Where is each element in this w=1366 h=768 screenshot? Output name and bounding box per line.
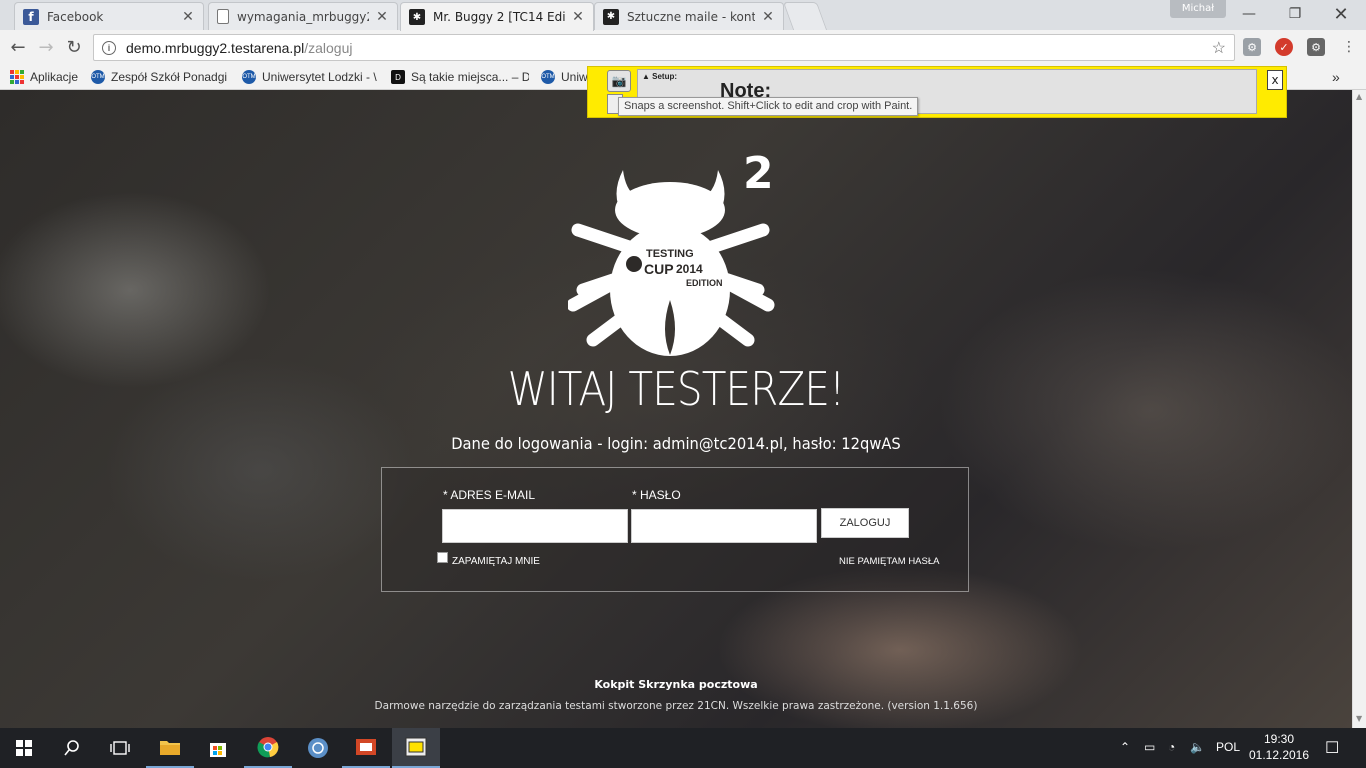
document-icon	[217, 9, 229, 24]
logo-cup-text: CUP	[644, 261, 674, 277]
windows-start-icon[interactable]	[0, 728, 48, 768]
close-tab-icon[interactable]: ✕	[761, 9, 775, 25]
password-label: * HASŁO	[632, 488, 681, 502]
camera-icon[interactable]: 📷	[607, 70, 631, 92]
volume-icon[interactable]: 🔈	[1190, 740, 1205, 754]
minimize-icon[interactable]: —	[1226, 0, 1272, 28]
otm-icon: OTM	[91, 70, 105, 84]
restore-icon[interactable]: ❐	[1272, 0, 1318, 28]
site-info-icon[interactable]: i	[102, 40, 116, 55]
close-tab-icon[interactable]: ✕	[181, 9, 195, 25]
dj-icon: D	[391, 70, 405, 84]
forgot-password-link[interactable]: NIE PAMIĘTAM HASŁA	[839, 556, 939, 567]
bookmark-uniwersytet[interactable]: OTM Uniwersytet Lodzki - \	[242, 68, 382, 86]
mrbuggy-logo: TESTING CUP 2014 EDITION 2	[568, 148, 775, 356]
tab-facebook[interactable]: f Facebook ✕	[14, 2, 204, 30]
login-page: TESTING CUP 2014 EDITION 2 WITAJ TESTERZ…	[0, 90, 1352, 728]
remember-me[interactable]: ZAPAMIĘTAJ MNIE	[437, 552, 540, 567]
back-icon[interactable]: ←	[6, 35, 30, 59]
show-hidden-icons[interactable]: ⌃	[1120, 740, 1130, 754]
close-window-icon[interactable]: ✕	[1318, 0, 1364, 28]
more-bookmarks-icon[interactable]: »	[1332, 68, 1340, 86]
password-field[interactable]	[631, 509, 817, 543]
tab-wymagania[interactable]: wymagania_mrbuggy2.p ✕	[208, 2, 398, 30]
screenshot-tooltip: Snaps a screenshot. Shift+Click to edit …	[618, 97, 919, 116]
extension-icon[interactable]: ✓	[1275, 38, 1293, 56]
address-bar[interactable]: i demo.mrbuggy2.testarena.pl /zaloguj ☆	[93, 34, 1235, 61]
tab-mrbuggy[interactable]: ✱ Mr. Buggy 2 [TC14 Editio ✕	[400, 2, 594, 31]
page-title: WITAJ TESTERZE!	[507, 362, 846, 416]
login-button[interactable]: ZALOGUJ	[821, 508, 909, 538]
url-host: demo.mrbuggy2.testarena.pl	[126, 39, 305, 56]
language-indicator[interactable]: POL	[1216, 740, 1240, 754]
login-form: * ADRES E-MAIL * HASŁO ZALOGUJ ZAPAMIĘTA…	[381, 467, 969, 592]
apps-icon	[10, 70, 24, 84]
remember-label: ZAPAMIĘTAJ MNIE	[452, 556, 540, 567]
bookmark-sa-takie[interactable]: D Są takie miejsca... – D	[391, 68, 529, 86]
task-view-icon[interactable]	[96, 728, 144, 768]
profile-badge[interactable]: Michał	[1170, 0, 1226, 18]
search-icon[interactable]	[48, 728, 96, 768]
bookmark-apps[interactable]: Aplikacje	[10, 68, 78, 86]
credentials-hint: Dane do logowania - login: admin@tc2014.…	[451, 434, 901, 453]
extension-icon[interactable]: ⚙	[1243, 38, 1261, 56]
chrome-icon[interactable]	[244, 728, 292, 768]
bug-icon: ✱	[603, 8, 619, 25]
logo-testing-text: TESTING	[646, 248, 694, 260]
otm-icon: OTM	[242, 70, 256, 84]
reload-icon[interactable]: ↻	[62, 35, 86, 59]
close-tab-icon[interactable]: ✕	[375, 9, 389, 25]
clock-date: 01.12.2016	[1248, 748, 1310, 762]
email-field[interactable]	[442, 509, 628, 543]
tab-title: Mr. Buggy 2 [TC14 Editio	[433, 10, 565, 24]
facebook-icon: f	[23, 8, 39, 25]
close-note-button[interactable]: x	[1267, 70, 1283, 90]
app-icon[interactable]	[294, 728, 342, 768]
bookmark-zespol[interactable]: OTM Zespół Szkół Ponadgi	[91, 68, 231, 86]
notifications-icon[interactable]: ☐	[1325, 738, 1339, 758]
email-label: * ADRES E-MAIL	[443, 488, 536, 502]
setup-label: ▲ Setup:	[642, 72, 678, 81]
otm-icon: OTM	[541, 70, 555, 84]
bookmark-star-icon[interactable]: ☆	[1212, 38, 1226, 58]
tab-title: Sztuczne maile - konta -	[627, 9, 755, 24]
tab-strip: f Facebook ✕ wymagania_mrbuggy2.p ✕ ✱ Mr…	[0, 0, 1366, 31]
footer-links[interactable]: Kokpit Skrzynka pocztowa	[0, 678, 1352, 691]
windows-taskbar: ⌃ ▭ ◔ 🔈 POL 19:30 01.12.2016 ☐	[0, 728, 1366, 768]
remember-checkbox[interactable]	[437, 552, 448, 563]
url-path: /zaloguj	[304, 39, 353, 56]
extension-icon[interactable]: ⚙	[1307, 38, 1325, 56]
logo-edition-text: EDITION	[686, 278, 723, 288]
scroll-down-icon[interactable]: ▼	[1356, 714, 1362, 723]
tab-title: Facebook	[47, 9, 104, 24]
browser-toolbar: ← → ↻ i demo.mrbuggy2.testarena.pl /zalo…	[0, 30, 1366, 64]
store-icon[interactable]	[194, 728, 242, 768]
tab-sztuczne-maile[interactable]: ✱ Sztuczne maile - konta - ✕	[594, 2, 784, 30]
paint-app-icon[interactable]	[392, 728, 440, 768]
file-explorer-icon[interactable]	[146, 728, 194, 768]
menu-icon[interactable]: ⋮	[1337, 35, 1361, 59]
wifi-icon[interactable]: ◔	[1168, 740, 1175, 754]
close-tab-icon[interactable]: ✕	[571, 9, 585, 25]
bug-icon: ✱	[409, 9, 425, 25]
bookmark-uniw[interactable]: OTM Uniw	[541, 68, 591, 86]
forward-icon[interactable]: →	[34, 35, 58, 59]
footer-copyright: Darmowe narzędzie do zarządzania testami…	[374, 700, 978, 712]
tab-title: wymagania_mrbuggy2.p	[237, 9, 369, 24]
logo-superscript: 2	[743, 148, 774, 199]
scroll-up-icon[interactable]: ▲	[1356, 92, 1362, 101]
new-tab-button[interactable]	[782, 2, 828, 30]
presentation-icon[interactable]	[342, 728, 390, 768]
battery-icon[interactable]: ▭	[1144, 740, 1155, 754]
clock-time: 19:30	[1263, 732, 1295, 746]
taskbar-clock[interactable]: 19:30 01.12.2016	[1248, 731, 1310, 763]
page-scrollbar[interactable]: ▲ ▼	[1352, 90, 1366, 728]
logo-year-text: 2014	[676, 262, 703, 276]
